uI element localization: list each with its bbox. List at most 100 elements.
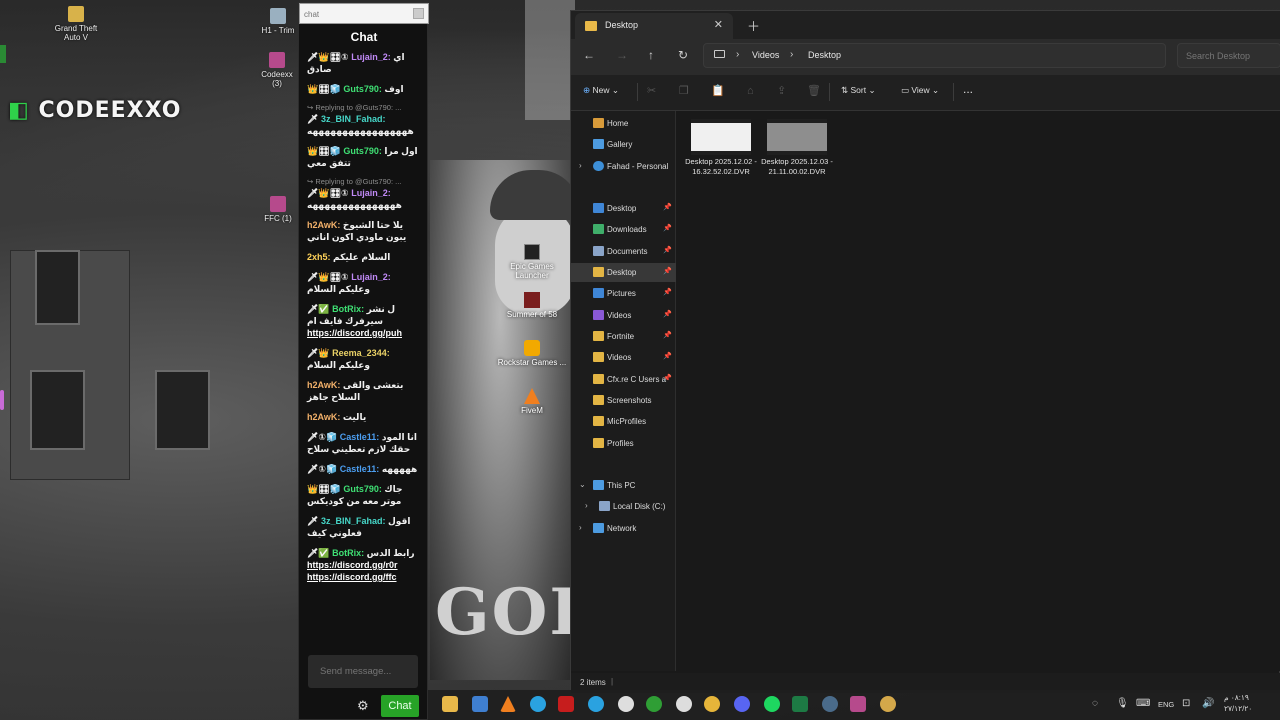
chat-username[interactable]: h2AwK: — [307, 412, 340, 422]
chat-username[interactable]: 3z_BIN_Fahad: — [321, 114, 386, 124]
chat-username[interactable]: 2xh5: — [307, 252, 331, 262]
chevron-right-icon[interactable]: › — [579, 523, 582, 532]
nav-item-downloads[interactable]: Downloads 📌 — [571, 220, 676, 239]
chevron-right-icon[interactable]: › — [585, 501, 588, 510]
discord-icon[interactable] — [734, 696, 750, 712]
nav-item-pictures[interactable]: Pictures 📌 — [571, 284, 676, 303]
chat-username[interactable]: Lujain_2: — [351, 52, 391, 62]
more-options-button[interactable]: ... — [963, 82, 973, 96]
nav-item-cfx[interactable]: Cfx.re C Users a 📌 — [571, 370, 676, 389]
breadcrumb-item[interactable]: Desktop — [808, 50, 841, 60]
nav-item-gallery[interactable]: Gallery — [571, 135, 676, 154]
copy-icon[interactable]: ❐ — [679, 85, 691, 97]
chat-username[interactable]: h2AwK: — [307, 220, 340, 230]
clock-date[interactable]: ٢٧/١٢/٢٠ — [1224, 704, 1252, 713]
chat-username[interactable]: BotRix: — [332, 548, 364, 558]
chat-username[interactable]: Castle11: — [340, 432, 380, 442]
nav-item-fortnite[interactable]: Fortnite 📌 — [571, 327, 676, 346]
sort-button[interactable]: ⇅ Sort ⌄ — [841, 85, 876, 96]
desktop-icon-codeexx[interactable]: Codeexx (3) — [256, 52, 298, 88]
new-tab-icon[interactable]: ＋ — [747, 16, 760, 35]
excel-icon[interactable] — [792, 696, 808, 712]
close-icon[interactable]: ✕ — [714, 18, 723, 31]
nav-item-desktop-folder[interactable]: Desktop 📌 — [571, 263, 676, 282]
chat-search-input[interactable] — [304, 8, 409, 21]
nav-item-documents[interactable]: Documents 📌 — [571, 242, 676, 261]
network-icon[interactable]: ⊡ — [1182, 698, 1190, 709]
nav-item-micprofiles[interactable]: MicProfiles — [571, 412, 676, 431]
desktop-icon-ffc[interactable]: FFC (1) — [260, 196, 296, 223]
chat-search-clear-button[interactable] — [413, 8, 424, 19]
refresh-icon[interactable]: ↻ — [678, 48, 688, 62]
back-arrow-icon[interactable]: ← — [583, 48, 595, 62]
chat-username[interactable]: h2AwK: — [307, 380, 340, 390]
app-icon[interactable] — [880, 696, 896, 712]
netflix-icon[interactable] — [558, 696, 574, 712]
chat-username[interactable]: Guts790: — [343, 84, 382, 94]
nav-item-videos[interactable]: Videos 📌 — [571, 306, 676, 325]
forward-arrow-icon[interactable]: → — [616, 48, 628, 62]
delete-icon[interactable]: 🗑 — [807, 85, 821, 97]
chat-link[interactable]: https://discord.gg/puh — [307, 328, 402, 338]
file-item[interactable]: Desktop 2025.12.02 - 16.32.52.02.DVR — [685, 119, 757, 177]
nav-item-onedrive[interactable]: › Fahad - Personal — [571, 157, 676, 176]
microphone-icon[interactable]: 🎙 — [1116, 698, 1129, 709]
volume-icon[interactable]: 🔊 — [1202, 698, 1214, 709]
desktop-icon-rockstar-games[interactable]: Rockstar Games ... — [497, 340, 567, 367]
steam-icon[interactable] — [822, 696, 838, 712]
share-icon[interactable]: ⇪ — [777, 85, 789, 97]
chevron-right-icon[interactable]: › — [579, 161, 582, 170]
chat-username[interactable]: Lujain_2: — [351, 272, 391, 282]
chat-username[interactable]: Guts790: — [343, 484, 382, 494]
cut-icon[interactable]: ✂ — [647, 85, 659, 97]
nav-item-local-disk[interactable]: › Local Disk (C:) — [571, 497, 676, 516]
xbox-icon[interactable] — [646, 696, 662, 712]
paste-icon[interactable]: 📋 — [711, 85, 725, 97]
file-item[interactable]: Desktop 2025.12.03 - 21.11.00.02.DVR — [761, 119, 833, 177]
wifi-icon[interactable]: ◌ — [1092, 698, 1098, 709]
breadcrumb-item[interactable]: Videos — [752, 50, 779, 60]
chat-username[interactable]: Castle11: — [340, 464, 380, 474]
chat-username[interactable]: BotRix: — [332, 304, 364, 314]
view-button[interactable]: ▭ View ⌄ — [901, 85, 939, 96]
chevron-down-icon[interactable]: ⌄ — [579, 480, 586, 489]
winrar-icon[interactable] — [850, 696, 866, 712]
up-arrow-icon[interactable]: ↑ — [648, 48, 654, 62]
chat-message-list[interactable]: 🗡👑🎛① Lujain_2: اي صادق 👑🎛🧊 Guts790: اوف … — [299, 51, 429, 649]
launcher-icon[interactable] — [500, 696, 516, 712]
nav-item-profiles[interactable]: Profiles — [571, 434, 676, 453]
sync-icon[interactable] — [676, 696, 692, 712]
desktop-icon-fivem[interactable]: FiveM — [497, 388, 567, 415]
chat-username[interactable]: Guts790: — [343, 146, 382, 156]
telegram-icon[interactable] — [530, 696, 546, 712]
address-bar[interactable]: › Videos › Desktop — [703, 43, 1166, 68]
file-explorer-icon[interactable] — [442, 696, 458, 712]
clock-time[interactable]: ٠٨:١٩ م — [1224, 693, 1249, 703]
explorer-tab[interactable]: Desktop ✕ — [575, 13, 733, 39]
chat-message-input[interactable] — [308, 655, 418, 688]
nav-item-this-pc[interactable]: ⌄ This PC — [571, 476, 676, 495]
spotify-icon[interactable] — [764, 696, 780, 712]
chat-send-button[interactable]: Chat — [381, 695, 419, 717]
nav-item-screenshots[interactable]: Screenshots — [571, 391, 676, 410]
telegram-icon[interactable] — [588, 696, 604, 712]
desktop-icon-gta5[interactable]: Grand Theft Auto V — [48, 6, 104, 42]
chat-app-icon[interactable] — [704, 696, 720, 712]
desktop-icon-h1-trim[interactable]: H1 - Trim — [258, 8, 298, 35]
chat-username[interactable]: 3z_BIN_Fahad: — [321, 516, 386, 526]
search-input[interactable] — [1177, 43, 1280, 68]
new-button[interactable]: ⊕ New ⌄ — [583, 85, 619, 96]
nav-item-desktop[interactable]: Desktop 📌 — [571, 199, 676, 218]
desktop-icon-epic-games[interactable]: Epic Games Launcher — [497, 244, 567, 280]
store-icon[interactable] — [472, 696, 488, 712]
language-indicator[interactable]: ENG — [1158, 700, 1174, 709]
nav-item-home[interactable]: Home — [571, 114, 676, 133]
rockstar-icon[interactable] — [618, 696, 634, 712]
nav-item-network[interactable]: › Network — [571, 519, 676, 538]
keyboard-icon[interactable]: ⌨ — [1136, 698, 1150, 709]
chat-username[interactable]: Lujain_2: — [351, 188, 391, 198]
desktop-icon-summer-of-58[interactable]: Summer of 58 — [497, 292, 567, 319]
rename-icon[interactable]: ⌂ — [747, 85, 759, 97]
gear-icon[interactable]: ⚙ — [357, 699, 371, 713]
nav-item-videos-folder[interactable]: Videos 📌 — [571, 348, 676, 367]
